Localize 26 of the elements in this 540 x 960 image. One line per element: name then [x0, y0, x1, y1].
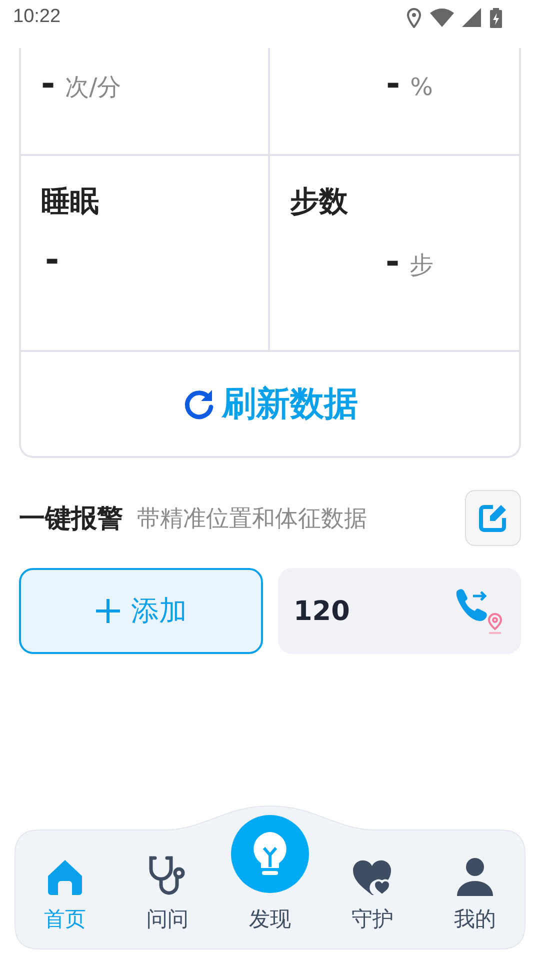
metric-label: 步数 [290, 183, 349, 220]
section-subtitle: 带精准位置和体征数据 [137, 504, 368, 534]
metric-value: - [385, 242, 400, 282]
signal-icon [462, 8, 482, 28]
person-icon [456, 857, 494, 897]
metric-value: - [45, 240, 60, 280]
section-title: 一键报警 [19, 502, 123, 536]
nav-tab[interactable]: 我的 [424, 857, 526, 933]
nav-tab[interactable]: 发现 [218, 815, 322, 933]
battery-icon [490, 8, 502, 28]
metric-label: 睡眠 [41, 183, 100, 220]
nav-tab[interactable]: 守护 [321, 857, 424, 933]
contact-card[interactable]: 120 [278, 568, 521, 654]
wifi-icon [430, 8, 454, 28]
edit-icon [477, 502, 509, 534]
metric-value: - [41, 64, 56, 104]
location-icon [406, 8, 422, 28]
edit-button[interactable] [465, 490, 521, 546]
status-time: 10:22 [13, 6, 61, 28]
metric-unit: 次/分 [65, 72, 122, 103]
metric-unit: % [410, 73, 433, 101]
metric-unit: 步 [410, 250, 434, 281]
plus-icon [94, 598, 121, 624]
contact-number: 120 [294, 596, 350, 626]
metric-value: - [386, 64, 400, 104]
nav-tab[interactable]: 问问 [116, 855, 219, 933]
